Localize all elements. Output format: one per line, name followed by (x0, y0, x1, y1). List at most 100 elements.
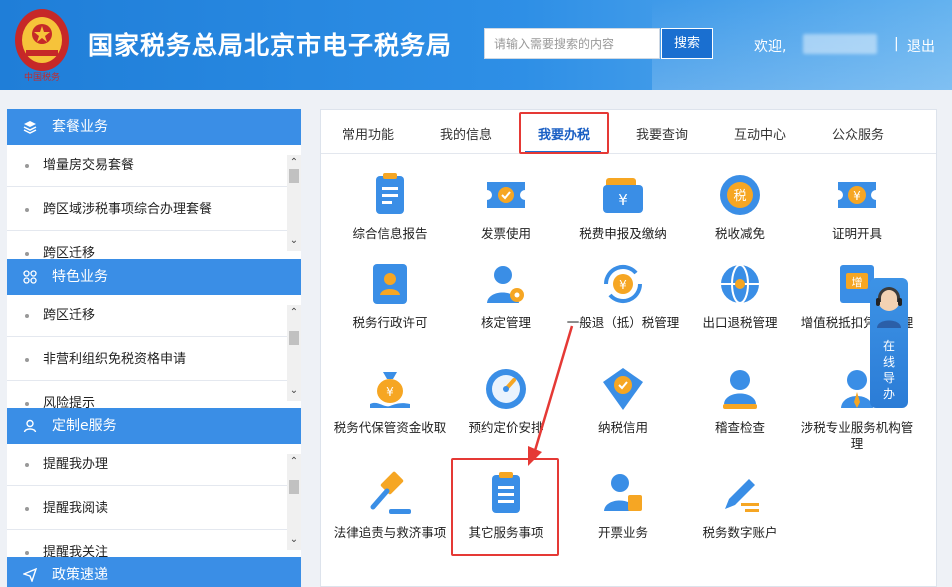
id-card-icon (373, 264, 407, 304)
service-label: 税务数字账户 (702, 525, 778, 540)
service-item[interactable]: 税务行政许可 (331, 259, 449, 331)
gavel-icon (370, 471, 411, 514)
service-label: 发票使用 (480, 226, 531, 241)
tab-public-service[interactable]: 公众服务 (832, 124, 884, 143)
service-label: 税收减免 (714, 226, 765, 241)
sidebar-scrollbar[interactable]: ⌃ ⌄ (287, 155, 301, 251)
svg-text:中国税务: 中国税务 (24, 71, 60, 83)
online-guide-text: 在线导办 (870, 338, 908, 402)
service-highlight-box (451, 458, 559, 556)
sidebar-scrollbar[interactable]: ⌃ ⌄ (287, 305, 301, 401)
svg-text:税: 税 (733, 189, 746, 204)
tax-emblem-icon: 中国税务 (15, 9, 69, 83)
service-label: 证明开具 (831, 226, 882, 241)
online-guide-widget[interactable]: 在线导办 (870, 278, 908, 408)
scroll-down-icon[interactable]: ⌄ (288, 534, 300, 546)
service-item[interactable]: 税务数字账户 (681, 469, 799, 541)
search-button[interactable]: 搜索 (661, 28, 713, 59)
sidebar-item[interactable]: 风险提示 (7, 383, 287, 408)
user-settings-icon (487, 266, 524, 303)
service-item[interactable]: ¥ 证明开具 (798, 170, 916, 242)
wallet-yuan-icon: ¥ (603, 178, 643, 213)
money-bag-icon: ¥ (370, 372, 410, 408)
header-separator: | (894, 36, 899, 52)
sidebar-item[interactable]: 提醒我阅读 (7, 488, 287, 530)
service-item[interactable]: 出口退税管理 (681, 259, 799, 331)
tab-interaction[interactable]: 互动中心 (734, 124, 786, 143)
inspector-icon (723, 370, 757, 409)
refund-icon: ¥ (603, 264, 643, 304)
site-title: 国家税务总局北京市电子税务局 (88, 31, 453, 60)
svg-text:增: 增 (852, 275, 863, 289)
svg-text:¥: ¥ (618, 191, 628, 209)
scroll-up-icon[interactable]: ⌃ (288, 307, 300, 319)
certificate-icon: ¥ (838, 182, 876, 208)
online-guide-label: 在线导办 (882, 339, 895, 401)
scroll-thumb[interactable] (289, 480, 299, 494)
pen-icon (725, 479, 759, 512)
globe-icon (721, 264, 759, 304)
tab-common[interactable]: 常用功能 (342, 124, 394, 143)
service-label: 开票业务 (597, 525, 648, 540)
scroll-down-icon[interactable]: ⌄ (288, 235, 300, 247)
sidebar-item[interactable]: 跨区迁移 (7, 233, 287, 259)
sidebar-section-title: 定制e服务 (52, 418, 117, 434)
sidebar-section-title: 政策速递 (52, 567, 108, 583)
diamond-check-icon (603, 368, 643, 410)
service-label: 纳税信用 (597, 420, 648, 435)
send-icon (23, 568, 37, 582)
sidebar-item[interactable]: 跨区域涉税事项综合办理套餐 (7, 189, 287, 231)
sidebar-section-custom[interactable]: 定制e服务 (7, 408, 301, 444)
sidebar-item[interactable]: 提醒我办理 (7, 444, 287, 486)
annotation-arrow-icon (528, 325, 574, 466)
tab-highlight-box (519, 112, 609, 154)
sidebar-item[interactable]: 提醒我关注 (7, 532, 287, 559)
tax-reduction-icon: 税 (720, 175, 760, 215)
service-label: 税务行政许可 (352, 315, 428, 330)
service-label: 一般退（抵）税管理 (566, 315, 680, 330)
billing-user-icon (604, 474, 642, 511)
service-item[interactable]: 稽查检查 (681, 364, 799, 436)
scroll-thumb[interactable] (289, 331, 299, 345)
user-icon (23, 419, 37, 433)
service-item[interactable]: 法律追责与救济事项 (331, 469, 449, 541)
logout-link[interactable]: 退出 (907, 36, 935, 56)
support-agent-icon (876, 287, 902, 328)
search-input[interactable] (484, 28, 660, 59)
username-redacted (803, 34, 877, 54)
scroll-up-icon[interactable]: ⌃ (288, 456, 300, 468)
svg-text:¥: ¥ (386, 385, 394, 399)
sidebar-section-policy[interactable]: 政策速递 (7, 557, 301, 587)
service-label: 法律追责与救济事项 (333, 525, 447, 540)
sidebar-scrollbar[interactable]: ⌃ ⌄ (287, 454, 301, 550)
sidebar-item[interactable]: 跨区迁移 (7, 295, 287, 337)
sidebar-section-title: 套餐业务 (52, 119, 108, 135)
sidebar-section-featured[interactable]: 特色业务 (7, 259, 301, 295)
welcome-text: 欢迎, (754, 39, 787, 55)
scroll-down-icon[interactable]: ⌄ (288, 385, 300, 397)
scroll-thumb[interactable] (289, 169, 299, 183)
sidebar-section-title: 特色业务 (52, 269, 108, 285)
sidebar-item[interactable]: 增量房交易套餐 (7, 145, 287, 187)
service-label: 税务代保管资金收取 (333, 420, 447, 435)
tab-query[interactable]: 我要查询 (636, 124, 688, 143)
tab-my-info[interactable]: 我的信息 (440, 124, 492, 143)
service-item[interactable]: 开票业务 (564, 469, 682, 541)
service-item[interactable]: ¥ 税务代保管资金收取 (331, 364, 449, 436)
tab-bar: 常用功能 我的信息 我要办税 我要查询 互动中心 公众服务 (321, 110, 936, 154)
scroll-up-icon[interactable]: ⌃ (288, 157, 300, 169)
layers-icon (23, 121, 37, 134)
sidebar-item[interactable]: 非营利组织免税资格申请 (7, 339, 287, 381)
sidebar-section-package[interactable]: 套餐业务 (7, 109, 301, 145)
service-label: 涉税专业服务机构管理 (800, 420, 914, 451)
service-item[interactable]: 税 税收减免 (681, 170, 799, 242)
service-item[interactable]: 纳税信用 (564, 364, 682, 436)
invoice-icon (487, 182, 525, 208)
service-item[interactable]: 综合信息报告 (331, 170, 449, 242)
service-item[interactable]: ¥ 税费申报及缴纳 (564, 170, 682, 242)
service-item[interactable]: ¥ 一般退（抵）税管理 (564, 259, 682, 331)
service-label: 稽查检查 (714, 420, 765, 435)
service-item[interactable]: 发票使用 (447, 170, 565, 242)
site-header: 中国税务 国家税务总局北京市电子税务局 搜索 欢迎, | 退出 (0, 0, 952, 90)
service-label: 综合信息报告 (352, 226, 428, 241)
